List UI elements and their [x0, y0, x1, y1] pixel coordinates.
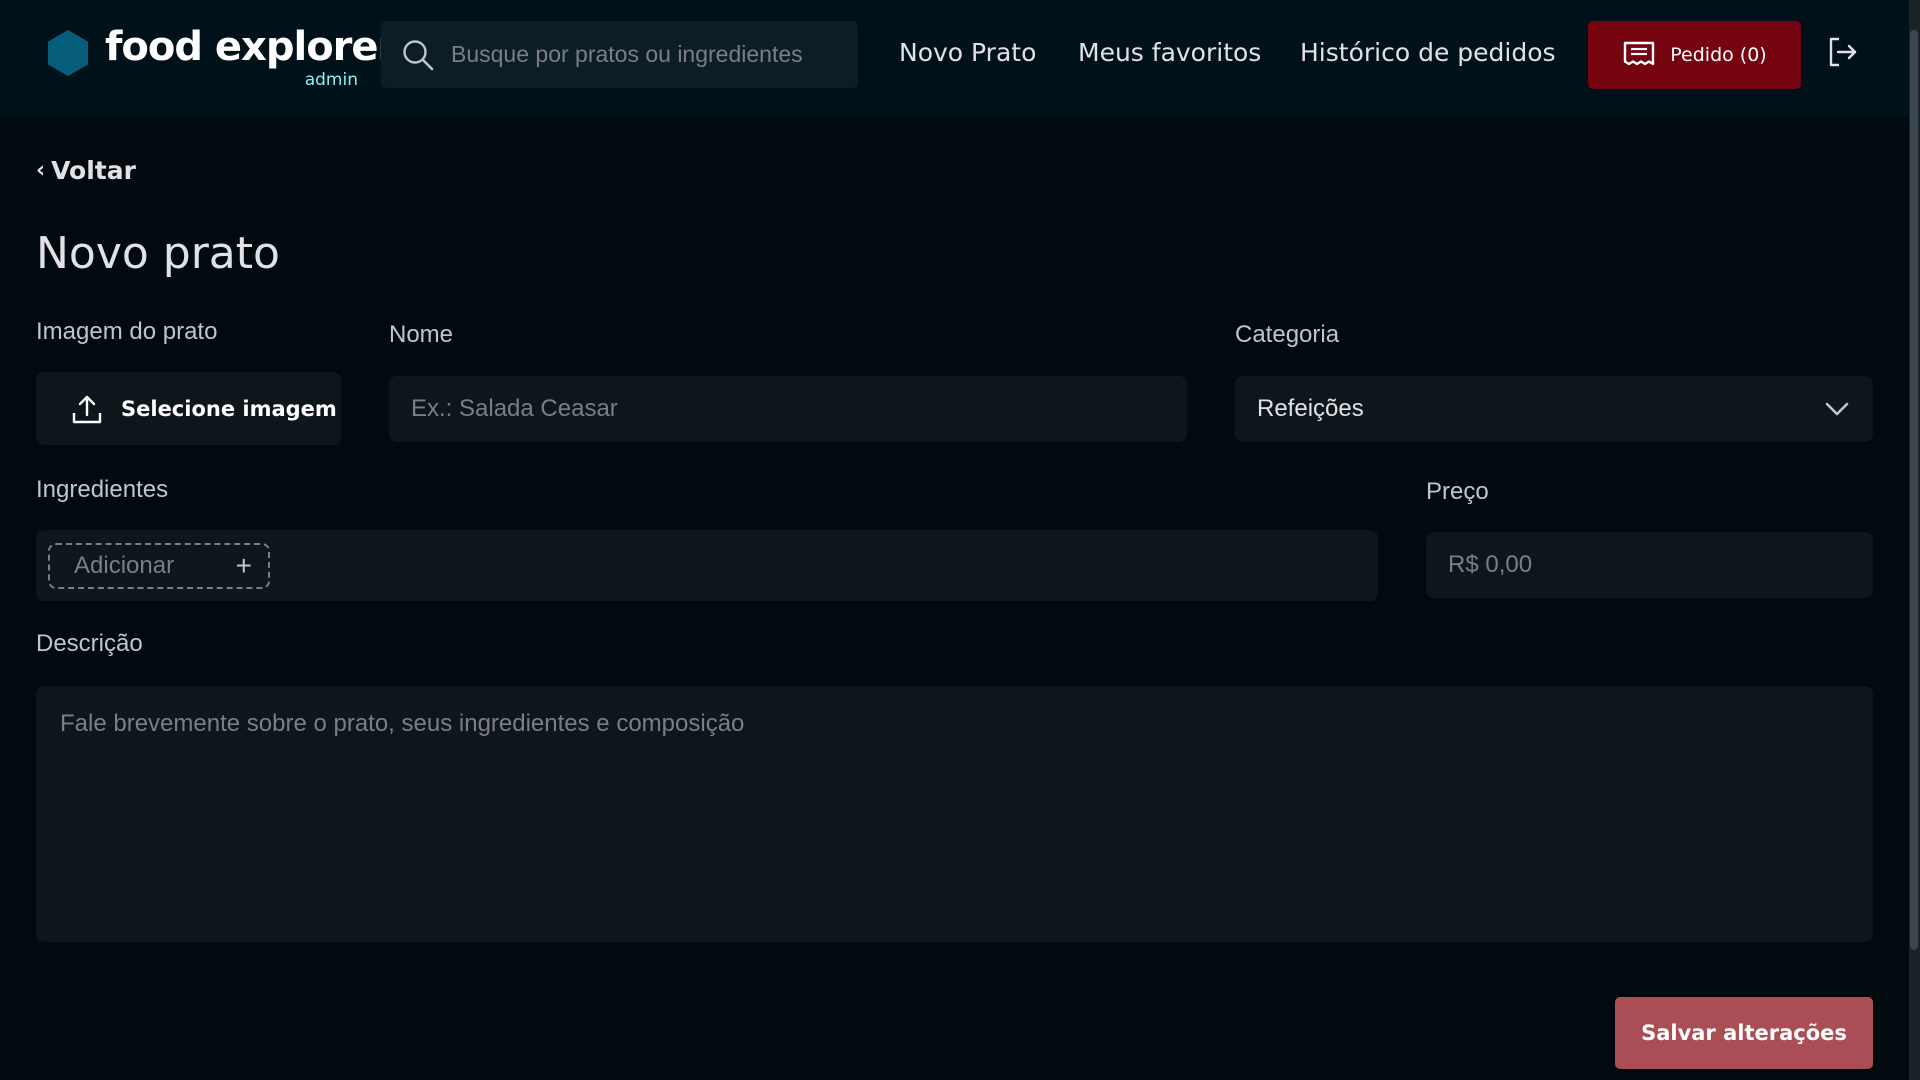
nav-favorites[interactable]: Meus favoritos [1078, 38, 1261, 67]
nav-new-dish[interactable]: Novo Prato [899, 38, 1036, 67]
description-label: Descrição [36, 630, 143, 657]
brand[interactable]: food explorer admin [48, 24, 397, 94]
brand-role: admin [304, 70, 358, 90]
order-button[interactable]: Pedido (0) [1588, 21, 1801, 89]
name-input[interactable] [389, 376, 1187, 442]
chevron-down-icon [1823, 395, 1851, 423]
hexagon-logo-icon [48, 30, 88, 76]
upload-image-button[interactable]: Selecione imagem [36, 372, 341, 445]
back-link[interactable]: ‹ Voltar [36, 156, 136, 185]
nav-orders-history[interactable]: Histórico de pedidos [1300, 38, 1556, 67]
upload-icon [71, 393, 103, 425]
search-icon [401, 38, 435, 72]
upload-image-label: Selecione imagem [121, 396, 337, 421]
logout-icon[interactable] [1827, 36, 1859, 68]
price-label: Preço [1426, 478, 1489, 505]
page-title: Novo prato [36, 228, 280, 279]
search-input[interactable] [451, 41, 851, 68]
plus-icon: + [235, 549, 252, 581]
name-label: Nome [389, 321, 454, 348]
add-ingredient-tag[interactable]: Adicionar + [48, 542, 270, 589]
save-button[interactable]: Salvar alterações [1615, 997, 1873, 1069]
back-label: Voltar [51, 156, 136, 185]
search-bar[interactable] [381, 21, 858, 88]
page: food explorer admin Novo Prato Meus favo… [0, 0, 1920, 1080]
image-label: Imagem do prato [36, 318, 218, 345]
scrollbar[interactable] [1909, 0, 1920, 1080]
price-input[interactable] [1426, 532, 1873, 598]
category-value: Refeições [1257, 395, 1364, 422]
ingredients-label: Ingredientes [36, 476, 169, 503]
add-ingredient-label: Adicionar [74, 551, 175, 579]
receipt-icon [1622, 40, 1656, 70]
category-label: Categoria [1235, 321, 1340, 348]
ingredients-box: Adicionar + [36, 530, 1378, 601]
scrollbar-thumb[interactable] [1910, 30, 1918, 950]
chevron-left-icon: ‹ [36, 158, 46, 183]
brand-name: food explorer [105, 24, 397, 70]
description-textarea[interactable] [36, 686, 1873, 942]
category-select[interactable]: Refeições [1235, 376, 1873, 442]
order-button-label: Pedido (0) [1670, 44, 1767, 66]
top-header: food explorer admin Novo Prato Meus favo… [0, 0, 1909, 116]
